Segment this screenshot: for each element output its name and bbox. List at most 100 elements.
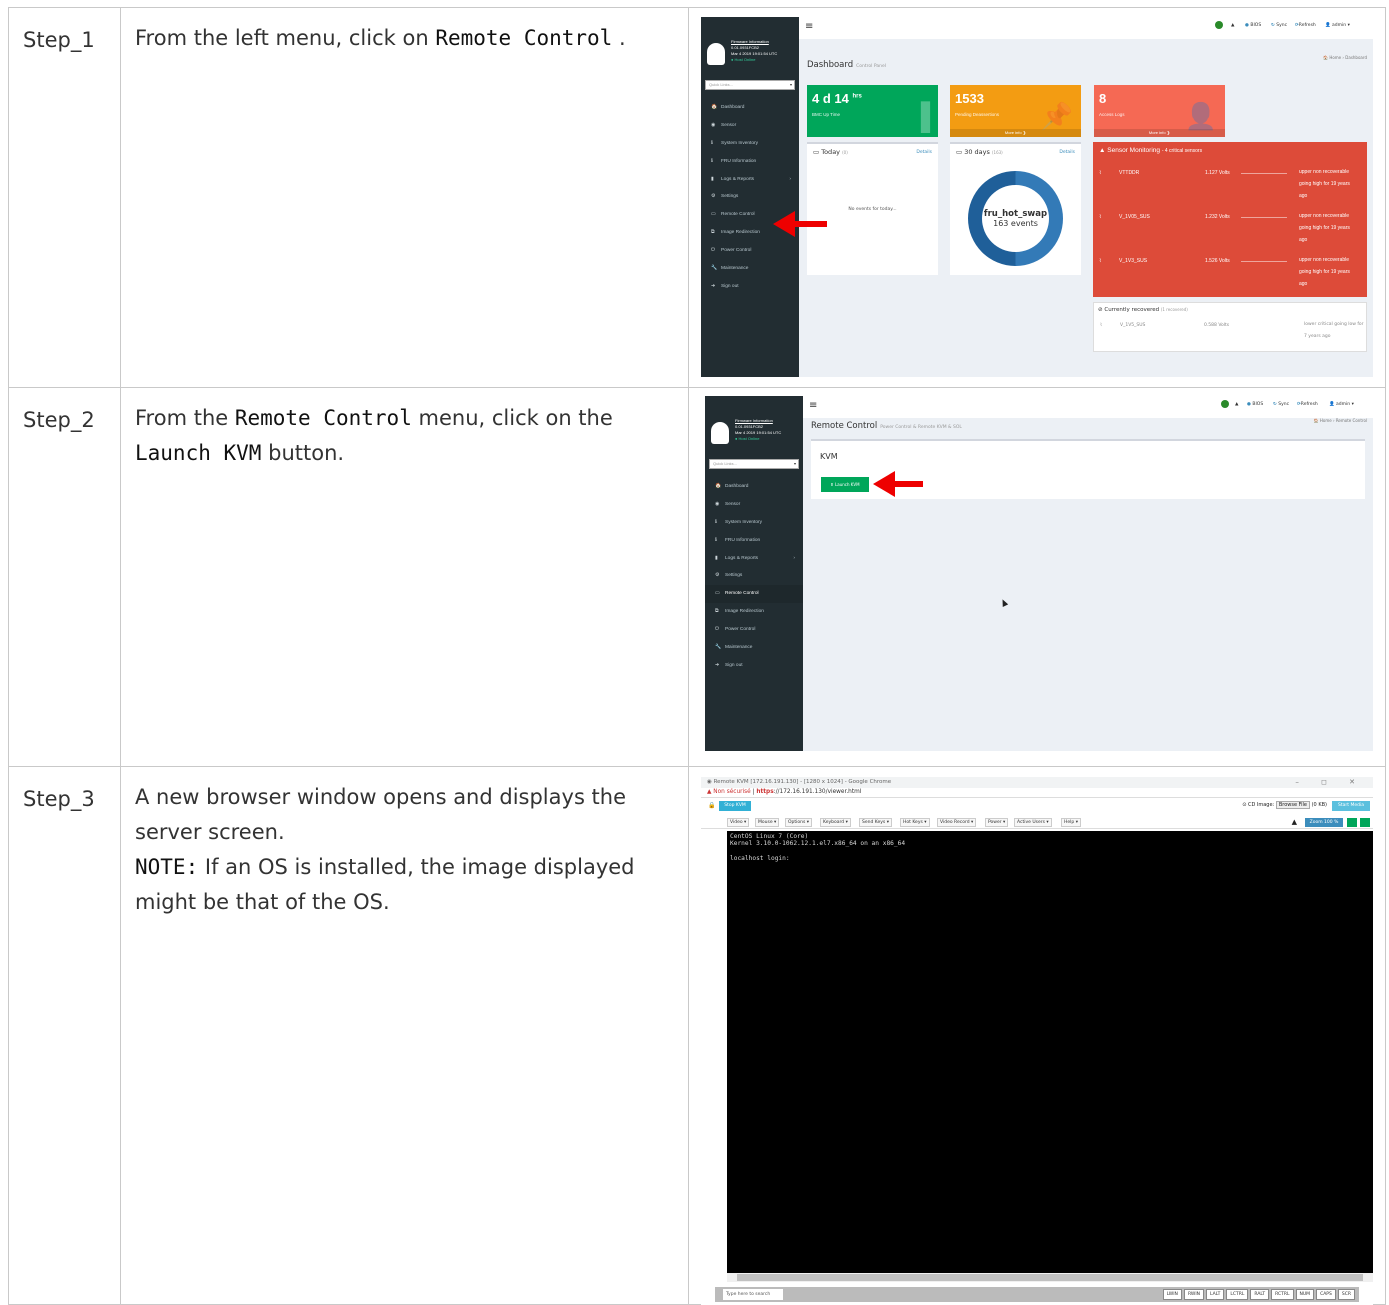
mouse-cursor-icon bbox=[999, 598, 1009, 607]
quick-links-select[interactable]: Quick Links... ▾ bbox=[709, 459, 799, 469]
menu-mouse[interactable]: Mouse ▾ bbox=[755, 818, 780, 827]
sidebar-item-logs-reports[interactable]: ▮ Logs & Reports › bbox=[701, 171, 799, 189]
sensor-row[interactable]: ⌇ VTTDDR 1.127 Volts upper non recoverab… bbox=[1093, 166, 1367, 204]
sidebar-item-maintenance[interactable]: 🔧 Maintenance bbox=[701, 260, 799, 278]
chat-icon[interactable] bbox=[1347, 818, 1357, 827]
notification-icon[interactable] bbox=[1215, 21, 1223, 29]
desc-keyword: Launch KVM bbox=[135, 441, 262, 465]
menu-hot-keys[interactable]: Hot Keys ▾ bbox=[900, 818, 930, 827]
menu-power[interactable]: Power ▾ bbox=[985, 818, 1009, 827]
menu-options[interactable]: Options ▾ bbox=[785, 818, 813, 827]
admin-menu[interactable]: 👤 admin ▾ bbox=[1329, 402, 1354, 407]
admin-menu[interactable]: 👤 admin ▾ bbox=[1325, 23, 1350, 28]
key-lalt[interactable]: LALT bbox=[1206, 1289, 1225, 1300]
hamburger-icon[interactable]: ≡ bbox=[809, 400, 817, 411]
zoom-button[interactable]: Zoom 100 % bbox=[1305, 818, 1343, 827]
sidebar-item-remote-control[interactable]: ▭ Remote Control bbox=[705, 585, 803, 604]
sidebar-item-fru-information[interactable]: ℹ FRU Information bbox=[705, 532, 803, 550]
menu-send-keys[interactable]: Send Keys ▾ bbox=[859, 818, 892, 827]
sensor-row[interactable]: ⌇ V_1V3_SUS 1.526 Volts upper non recove… bbox=[1093, 254, 1367, 292]
recovered-title: Currently recovered bbox=[1104, 307, 1160, 313]
warning-icon[interactable]: ▲ bbox=[1292, 818, 1297, 826]
key-caps[interactable]: CAPS bbox=[1316, 1289, 1336, 1300]
sidebar-item-dashboard[interactable]: 🏠 Dashboard bbox=[701, 99, 799, 117]
key-ralt[interactable]: RALT bbox=[1250, 1289, 1270, 1300]
sidebar-item-system-inventory[interactable]: ℹ System Inventory bbox=[705, 514, 803, 532]
start-media-button[interactable]: Start Media bbox=[1332, 801, 1370, 811]
menu-help[interactable]: Help ▾ bbox=[1061, 818, 1081, 827]
key-lwin[interactable]: LWIN bbox=[1162, 1289, 1182, 1300]
sidebar-item-settings[interactable]: ⚙ Settings bbox=[701, 188, 799, 206]
key-scr[interactable]: SCR bbox=[1337, 1289, 1355, 1300]
bios-link[interactable]: ● BIOS bbox=[1245, 23, 1261, 28]
month-details-link[interactable]: Details bbox=[1059, 150, 1075, 155]
horizontal-scrollbar[interactable] bbox=[727, 1273, 1373, 1282]
sidebar-item-image-redirection[interactable]: ⧉ Image Redirection bbox=[705, 603, 803, 621]
menu-video[interactable]: Video ▾ bbox=[727, 818, 750, 827]
breadcrumb[interactable]: 🏠 Home › Remote Control bbox=[1314, 418, 1367, 423]
menu-keyboard[interactable]: Keyboard ▾ bbox=[820, 818, 851, 827]
refresh-link[interactable]: ⟳Refresh bbox=[1295, 23, 1316, 28]
breadcrumb[interactable]: 🏠 Home › Dashboard bbox=[1323, 55, 1367, 60]
hamburger-icon[interactable]: ≡ bbox=[805, 21, 813, 32]
sidebar-item-sign-out[interactable]: ➜ Sign out bbox=[701, 278, 799, 296]
sidebar-item-power-control[interactable]: ⏻ Power Control bbox=[701, 242, 799, 260]
sync-link[interactable]: ↻ Sync bbox=[1271, 23, 1287, 28]
sidebar-item-sensor[interactable]: ◉ Sensor bbox=[701, 117, 799, 135]
key-rctrl[interactable]: RCTRL bbox=[1271, 1289, 1294, 1300]
sidebar-item-maintenance[interactable]: 🔧 Maintenance bbox=[705, 639, 803, 657]
today-header: ▭ Today (0) bbox=[813, 148, 848, 156]
bios-label: BIOS bbox=[1252, 402, 1264, 407]
sign-out-icon: ➜ bbox=[711, 282, 716, 289]
warning-icon[interactable]: ▲ bbox=[1231, 23, 1234, 28]
stop-kvm-button[interactable]: Stop KVM bbox=[719, 801, 751, 811]
launch-kvm-button[interactable]: ⬆ Launch KVM bbox=[821, 477, 869, 492]
sidebar-item-label: Sign out bbox=[721, 283, 739, 289]
sidebar-item-fru-information[interactable]: ℹ FRU Information bbox=[701, 153, 799, 171]
step-label: Step_2 bbox=[8, 387, 121, 767]
address-bar[interactable]: ▲ Non sécurisé | https://172.16.191.130/… bbox=[701, 788, 1373, 798]
refresh-link[interactable]: ⟳Refresh bbox=[1297, 402, 1318, 407]
sensor-monitoring-box: ▲ Sensor Monitoring - 4 critical sensors… bbox=[1093, 142, 1367, 297]
sidebar-item-settings[interactable]: ⚙ Settings bbox=[705, 567, 803, 585]
scrollbar-thumb[interactable] bbox=[737, 1274, 1363, 1281]
menu-video-record[interactable]: Video Record ▾ bbox=[937, 818, 977, 827]
sidebar-item-power-control[interactable]: ⏻ Power Control bbox=[705, 621, 803, 639]
top-navbar: ≡ ▲ ● BIOS ↻ Sync ⟳Refresh 👤 admin ▾ bbox=[803, 396, 1373, 418]
arrow-shaft bbox=[895, 481, 923, 487]
access-logs-label: Access Logs bbox=[1099, 112, 1125, 117]
not-secure-label[interactable]: ▲ Non sécurisé bbox=[707, 789, 751, 795]
steps-table: Step_1 From the left menu, click on Remo… bbox=[8, 7, 1386, 1305]
kvm-status-bar: Type here to search LWIN RWIN LALT LCTRL… bbox=[715, 1287, 1359, 1302]
window-controls[interactable]: – ◻ ✕ bbox=[1295, 778, 1365, 786]
browse-file-button[interactable]: Browse File bbox=[1275, 801, 1311, 809]
sidebar-item-system-inventory[interactable]: ℹ System Inventory bbox=[701, 135, 799, 153]
remote-console-screen[interactable]: CentOS Linux 7 (Core) Kernel 3.10.0-1062… bbox=[727, 831, 1373, 1273]
search-input[interactable]: Type here to search bbox=[723, 1289, 783, 1300]
sidebar-item-sign-out[interactable]: ➜ Sign out bbox=[705, 657, 803, 675]
events-donut-chart[interactable]: fru_hot_swap 163 events bbox=[968, 171, 1063, 266]
sidebar-item-sensor[interactable]: ◉ Sensor bbox=[705, 496, 803, 514]
more-info-link[interactable]: More info ❯ bbox=[950, 129, 1081, 137]
more-info-link[interactable]: More info ❯ bbox=[1094, 129, 1225, 137]
lock-icon: 🔒 bbox=[708, 802, 716, 809]
today-details-link[interactable]: Details bbox=[916, 150, 932, 155]
sync-link[interactable]: ↻ Sync bbox=[1273, 402, 1289, 407]
notification-icon[interactable] bbox=[1221, 400, 1229, 408]
bios-link[interactable]: ● BIOS bbox=[1247, 402, 1263, 407]
quick-links-label: Quick Links... bbox=[713, 461, 738, 466]
sensor-row[interactable]: ⌇ V_1V05_SUS 1.232 Volts upper non recov… bbox=[1093, 210, 1367, 248]
menu-active-users[interactable]: Active Users ▾ bbox=[1014, 818, 1052, 827]
sidebar-item-logs-reports[interactable]: ▮ Logs & Reports › bbox=[705, 550, 803, 568]
home-icon: 🏠 bbox=[711, 104, 718, 110]
quick-links-select[interactable]: Quick Links... ▾ bbox=[705, 80, 795, 90]
desc-text: button. bbox=[261, 441, 345, 465]
warning-icon[interactable]: ▲ bbox=[1235, 402, 1238, 407]
sidebar-item-dashboard[interactable]: 🏠 Dashboard bbox=[705, 478, 803, 496]
key-num[interactable]: NUM bbox=[1295, 1289, 1315, 1300]
key-rwin[interactable]: RWIN bbox=[1183, 1289, 1205, 1300]
power-icon[interactable] bbox=[1360, 818, 1370, 827]
sensor-status: upper non recoverable going high for 19 … bbox=[1299, 169, 1350, 199]
month-title: 30 days bbox=[964, 148, 990, 156]
key-lctrl[interactable]: LCTRL bbox=[1226, 1289, 1249, 1300]
